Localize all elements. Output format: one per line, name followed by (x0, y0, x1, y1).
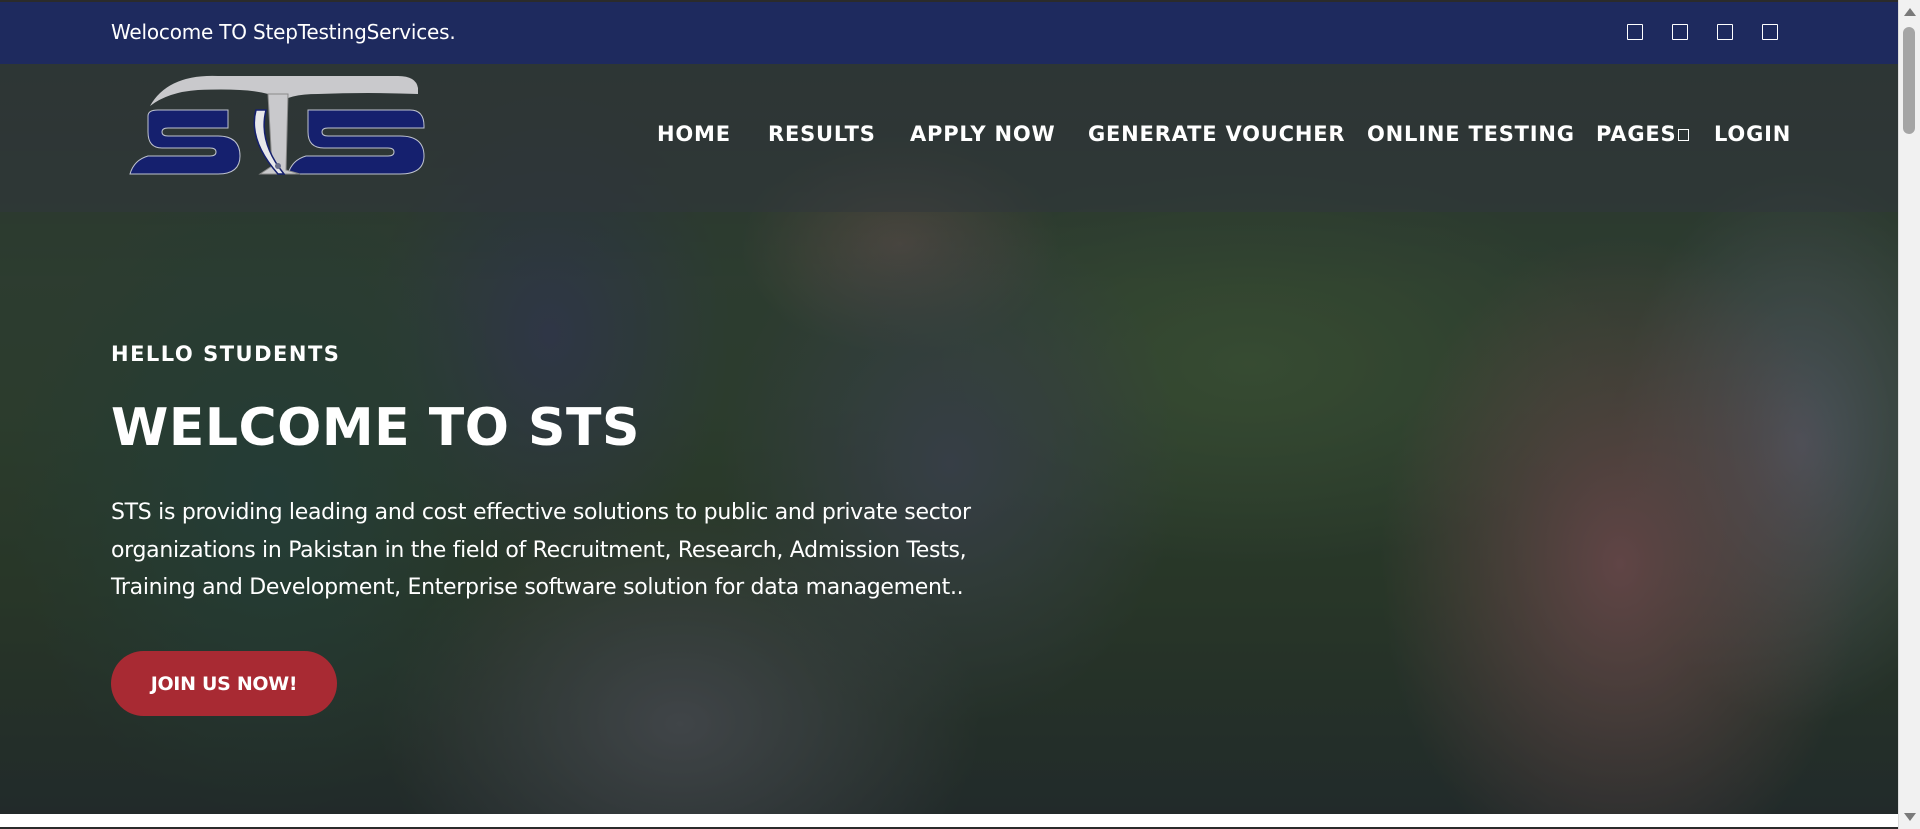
hero-headline: WELCOME TO STS (111, 398, 640, 458)
top-bar: Welocome TO StepTestingServices. (0, 0, 1898, 64)
nav-apply-now[interactable]: APPLY NOW (910, 122, 1055, 146)
scroll-up-icon[interactable] (1904, 8, 1916, 16)
facebook-icon[interactable] (1627, 24, 1643, 40)
vertical-scrollbar[interactable] (1898, 0, 1920, 829)
nav-pages-label: PAGES (1596, 122, 1677, 146)
main-navigation: HOME RESULTS APPLY NOW GENERATE VOUCHER … (0, 122, 1898, 152)
twitter-icon[interactable] (1672, 24, 1688, 40)
nav-login[interactable]: LOGIN (1714, 122, 1791, 146)
nav-online-testing[interactable]: ONLINE TESTING (1367, 122, 1575, 146)
join-us-button[interactable]: JOIN US NOW! (111, 651, 337, 716)
nav-home[interactable]: HOME (657, 122, 731, 146)
hero-kicker: HELLO STUDENTS (111, 342, 341, 366)
welcome-message: Welocome TO StepTestingServices. (111, 20, 456, 44)
scroll-down-icon[interactable] (1904, 813, 1916, 821)
nav-results[interactable]: RESULTS (768, 122, 876, 146)
nav-pages[interactable]: PAGES (1596, 122, 1690, 146)
linkedin-icon[interactable] (1717, 24, 1733, 40)
chevron-down-icon (1678, 129, 1690, 141)
nav-generate-voucher[interactable]: GENERATE VOUCHER (1088, 122, 1345, 146)
scrollbar-thumb[interactable] (1903, 27, 1915, 134)
social-links (1627, 24, 1778, 40)
instagram-icon[interactable] (1762, 24, 1778, 40)
hero-description: STS is providing leading and cost effect… (111, 500, 971, 600)
page-bottom-edge (0, 814, 1898, 829)
